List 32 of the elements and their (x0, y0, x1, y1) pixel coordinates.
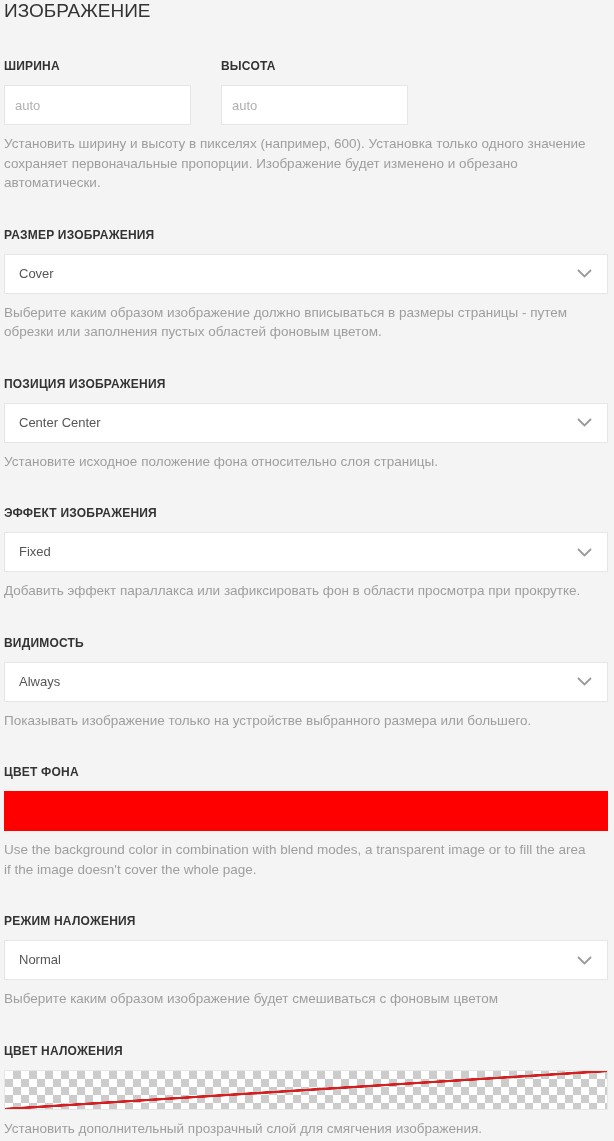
help-text: Установите исходное положение фона относительно слоя страницы. (4, 452, 439, 471)
help-text: Добавить эффект параллакса или зафиксировать фон в области просмотра при прокрутке. (4, 582, 582, 600)
chevron-down-icon (577, 677, 592, 686)
select-dropdown[interactable]: Fixed (4, 532, 608, 572)
select-dropdown[interactable]: Always (4, 661, 608, 702)
field-label: ПОЗИЦИЯ ИЗОБРАЖЕНИЯ (4, 375, 167, 392)
field-label: ШИРИНА (4, 58, 61, 74)
field-label: РАЗМЕР ИЗОБРАЖЕНИЯ (4, 226, 156, 243)
field-label: ЭФФЕКТ ИЗОБРАЖЕНИЯ (4, 505, 158, 521)
chevron-down-icon (577, 418, 592, 427)
help-text: Установить ширину и высоту в пикселях (например, 600). Установка только одного значение сохраняет первоначальные пропорции. Изображение будет изменено и обрезано автоматически. (4, 135, 587, 192)
text-input[interactable]: auto (4, 85, 191, 125)
chevron-down-icon (577, 955, 592, 965)
help-text: Выберите каким образом изображение должно вписываться в размеры страницы - путем обрезки или заполнения пустых областей фоновым цветом. (4, 303, 569, 341)
select-dropdown[interactable]: Cover (4, 253, 608, 294)
field-label: ВИДИМОСТЬ (4, 634, 85, 651)
help-text: Use the background color in combination with blend modes, a transparent image or to fill the area if the image doesn't cover the whole page. (4, 841, 587, 879)
select-dropdown[interactable]: Center Center (4, 402, 608, 443)
text-input[interactable]: auto (221, 85, 408, 125)
select-dropdown[interactable]: Normal (4, 940, 608, 980)
field-label: РЕЖИМ НАЛОЖЕНИЯ (4, 913, 137, 929)
chevron-down-icon (577, 547, 592, 557)
transparent-color-swatch[interactable] (4, 1069, 608, 1110)
help-text: Показывать изображение только на устройстве выбранного размера или большего. (4, 711, 533, 730)
help-text: Установить дополнительный прозрачный слой для смягчения изображения. (4, 1119, 484, 1138)
field-label: ЦВЕТ НАЛОЖЕНИЯ (4, 1042, 124, 1059)
field-label: ЦВЕТ ФОНА (4, 764, 80, 780)
field-label: ВЫСОТА (221, 58, 277, 74)
chevron-down-icon (577, 269, 592, 278)
section-title: ИЗОБРАЖЕНИЕ (4, 0, 152, 21)
help-text: Выберите каким образом изображение будет смешиваться с фоновым цветом (4, 990, 500, 1008)
color-swatch[interactable] (4, 791, 608, 831)
